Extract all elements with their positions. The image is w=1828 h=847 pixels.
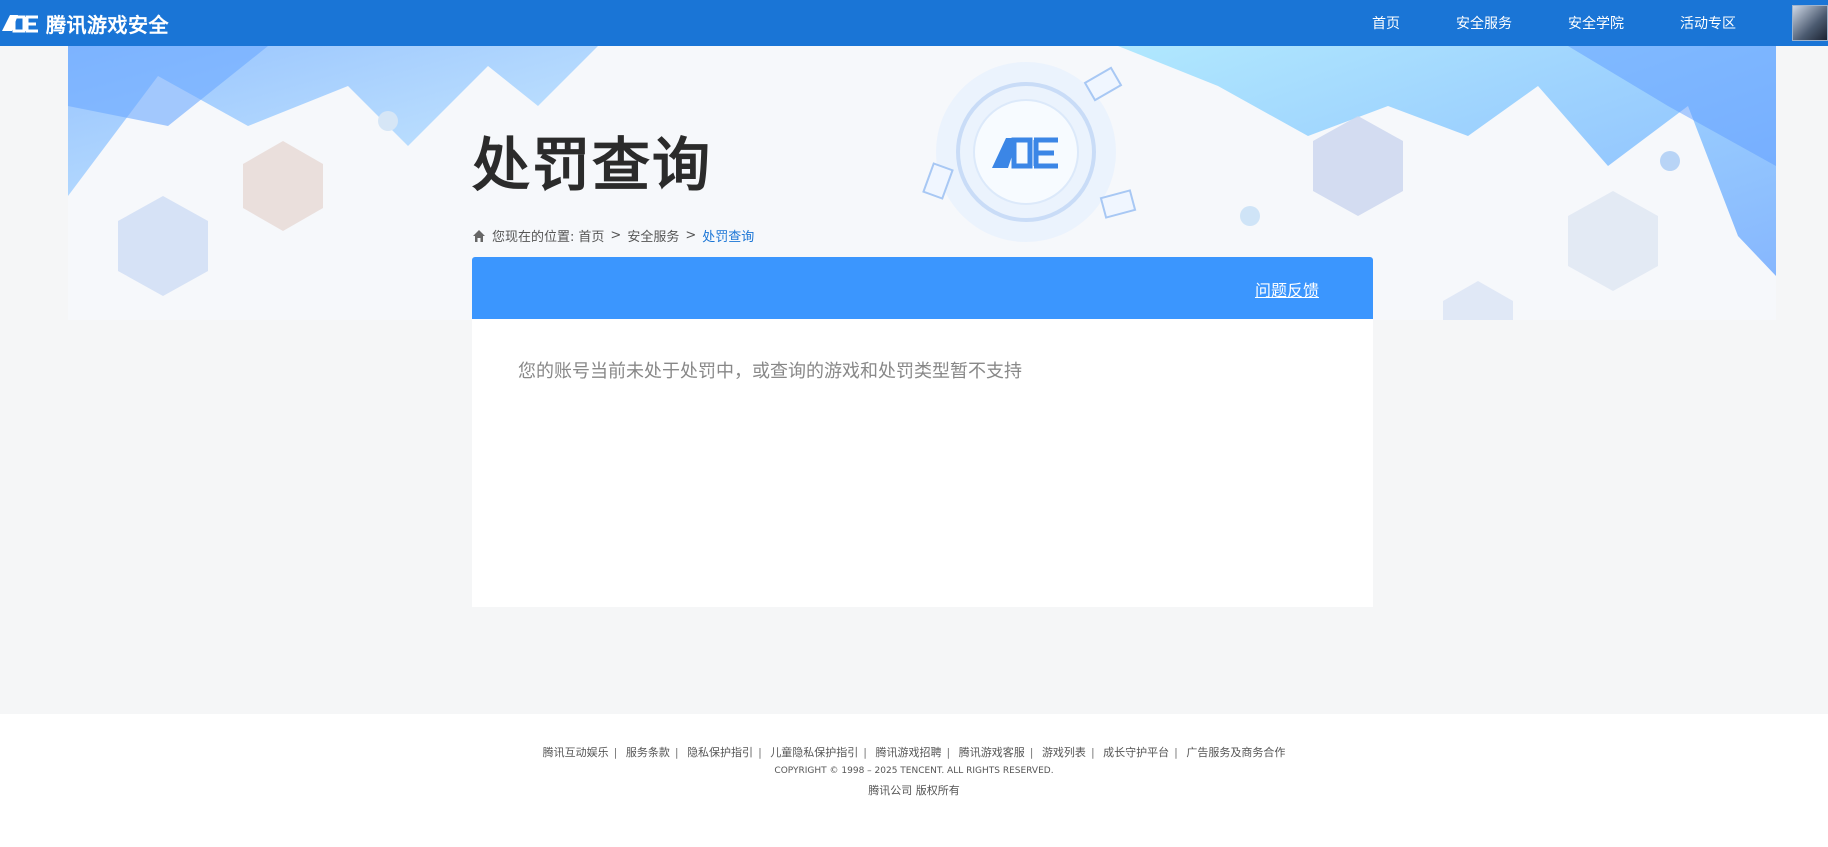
status-message: 您的账号当前未处于处罚中，或查询的游戏和处罚类型暂不支持 <box>518 361 1022 382</box>
breadcrumb-current[interactable]: 处罚查询 <box>702 226 754 245</box>
footer-link[interactable]: 儿童隐私保护指引 <box>770 746 858 759</box>
user-avatar[interactable] <box>1792 5 1828 41</box>
footer-link[interactable]: 腾讯游戏客服 <box>959 746 1025 759</box>
nav-security-services[interactable]: 安全服务 <box>1456 13 1512 33</box>
footer-link[interactable]: 隐私保护指引 <box>687 746 753 759</box>
site-logo[interactable]: 腾讯游戏安全 <box>0 8 169 38</box>
footer-link[interactable]: 广告服务及商务合作 <box>1186 746 1285 759</box>
ace-logo-icon <box>2 15 38 33</box>
breadcrumb-separator: > <box>610 228 622 243</box>
footer-link[interactable]: 腾讯互动娱乐 <box>543 746 609 759</box>
footer-link[interactable]: 游戏列表 <box>1042 746 1086 759</box>
footer-links: 腾讯互动娱乐 | 服务条款 | 隐私保护指引 | 儿童隐私保护指引 | 腾讯游戏招聘 | … <box>542 746 1286 759</box>
company-notice: 腾讯公司 版权所有 <box>868 784 960 797</box>
footer: 腾讯互动娱乐 | 服务条款 | 隐私保护指引 | 儿童隐私保护指引 | 腾讯游戏招聘 | … <box>0 714 1828 847</box>
copyright: COPYRIGHT © 1998 – 2025 TENCENT. ALL RIG… <box>774 766 1054 776</box>
top-nav-bar: 腾讯游戏安全 首页 安全服务 安全学院 活动专区 <box>0 0 1828 46</box>
footer-link[interactable]: 服务条款 <box>626 746 670 759</box>
main-nav: 首页 安全服务 安全学院 活动专区 <box>1372 0 1828 46</box>
result-panel-body: 您的账号当前未处于处罚中，或查询的游戏和处罚类型暂不支持 <box>472 319 1373 607</box>
footer-link[interactable]: 成长守护平台 <box>1103 746 1169 759</box>
breadcrumb-prefix: 您现在的位置: <box>492 230 575 245</box>
nav-home[interactable]: 首页 <box>1372 13 1400 33</box>
breadcrumb-security-services[interactable]: 安全服务 <box>627 226 679 245</box>
breadcrumb-home[interactable]: 首页 <box>578 226 604 245</box>
page-title: 处罚查询 <box>472 131 713 199</box>
breadcrumb: 您现在的位置: 首页 > 安全服务 > 处罚查询 <box>472 226 754 245</box>
result-panel-header: 问题反馈 <box>472 257 1373 319</box>
footer-link[interactable]: 腾讯游戏招聘 <box>876 746 942 759</box>
feedback-link[interactable]: 问题反馈 <box>1255 277 1319 301</box>
breadcrumb-separator: > <box>685 228 697 243</box>
home-icon <box>473 229 485 242</box>
brand-name: 腾讯游戏安全 <box>46 12 169 37</box>
nav-events[interactable]: 活动专区 <box>1680 13 1736 33</box>
nav-security-academy[interactable]: 安全学院 <box>1568 13 1624 33</box>
